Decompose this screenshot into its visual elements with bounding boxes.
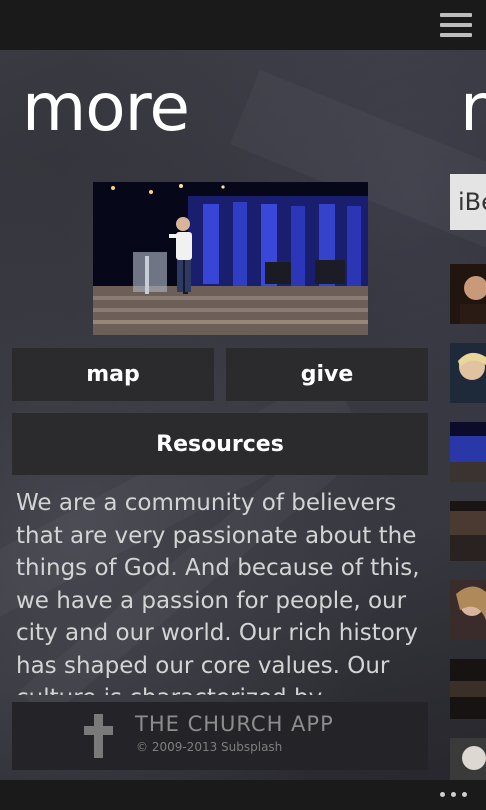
ellipsis-icon[interactable] (440, 792, 470, 798)
brand-name: THE CHURCH APP (135, 712, 334, 736)
map-button[interactable]: map (12, 348, 214, 401)
person-thumbnail[interactable] (450, 264, 486, 324)
give-button[interactable]: give (226, 348, 428, 401)
cross-icon (94, 714, 103, 758)
page-title: more (22, 69, 190, 146)
hero-image (93, 182, 368, 335)
church-description: We are a community of believers that are… (16, 490, 420, 695)
stage-thumbnail[interactable] (450, 501, 486, 561)
brand-copyright: © 2009-2013 Subsplash (136, 740, 283, 754)
stage-thumbnail[interactable] (450, 659, 486, 719)
top-app-bar (0, 0, 486, 50)
resources-button[interactable]: Resources (12, 413, 428, 475)
person-thumbnail[interactable] (450, 738, 486, 780)
panorama-content: more n map give Resources We are a commu… (0, 50, 486, 780)
hamburger-menu-icon[interactable] (440, 13, 472, 37)
person-thumbnail[interactable] (450, 580, 486, 640)
next-page-title[interactable]: n (460, 68, 486, 148)
person-thumbnail[interactable] (450, 343, 486, 403)
bottom-app-bar (0, 780, 486, 810)
next-panel-tile[interactable]: iBe (450, 174, 486, 230)
stage-thumbnail[interactable] (450, 422, 486, 482)
cross-icon-bar (84, 726, 113, 735)
